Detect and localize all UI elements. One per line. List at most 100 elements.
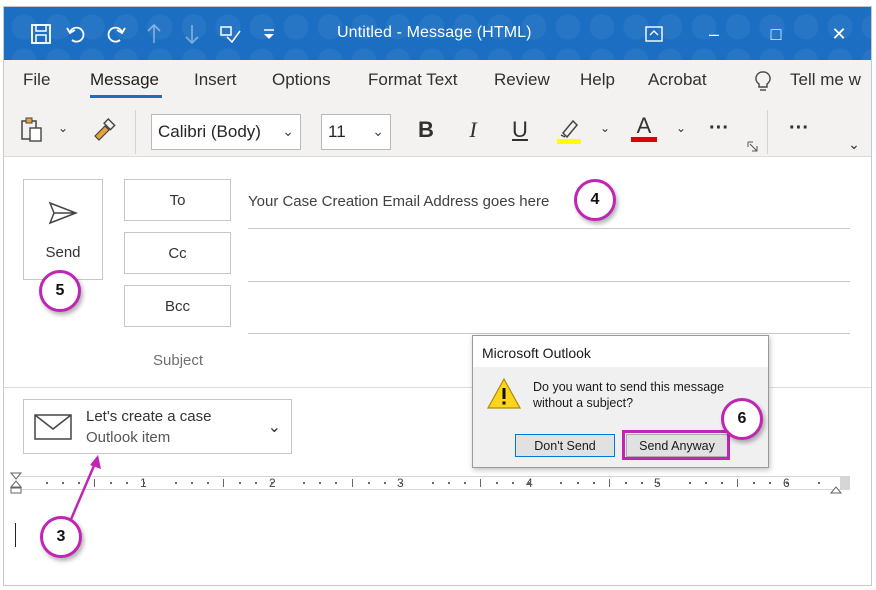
message-body[interactable] [10, 499, 850, 579]
active-tab-indicator [90, 95, 162, 98]
tab-insert[interactable]: Insert [194, 70, 237, 90]
undo-icon[interactable] [63, 21, 89, 47]
tab-acrobat[interactable]: Acrobat [648, 70, 707, 90]
ruler-tick [46, 482, 49, 484]
subject-label: Subject [153, 352, 204, 369]
ruler-tick [769, 482, 772, 484]
bcc-button[interactable]: Bcc [124, 285, 231, 327]
window-title: Untitled - Message (HTML) [337, 24, 532, 41]
bcc-field[interactable] [248, 298, 850, 320]
ruler-tick [817, 482, 820, 484]
format-painter-icon[interactable] [90, 116, 118, 144]
ruler-tick [480, 479, 482, 487]
ruler-tick [190, 482, 193, 484]
tab-options[interactable]: Options [272, 70, 331, 90]
ruler-tick [785, 482, 788, 484]
customize-quick-access-icon[interactable] [256, 21, 282, 47]
addin-card[interactable]: Let's create a case Outlook item ⌄ [23, 399, 292, 454]
subject-field[interactable] [248, 349, 448, 371]
step-3-callout: 3 [40, 516, 82, 558]
outlook-message-window: Untitled - Message (HTML) – □ ✕ File Mes… [3, 6, 872, 586]
indent-marker-icon[interactable] [9, 472, 23, 499]
redo-icon[interactable] [103, 21, 129, 47]
more-commands-button[interactable]: ··· [784, 116, 814, 140]
cc-field-underline [248, 281, 850, 282]
ruler-tick [705, 482, 708, 484]
ruler-tick [689, 482, 692, 484]
ruler-tick [126, 482, 129, 484]
collapse-ribbon-chevron-icon[interactable]: ⌄ [846, 136, 862, 152]
ruler-tick [271, 482, 274, 484]
to-field[interactable]: Your Case Creation Email Address goes he… [248, 193, 549, 210]
font-name-value: Calibri (Body) [158, 122, 261, 141]
cc-button[interactable]: Cc [124, 232, 231, 274]
italic-button[interactable]: I [460, 116, 486, 144]
ribbon-tabs: File Message Insert Options Format Text … [4, 60, 871, 102]
ruler-tick [303, 482, 306, 484]
step-6-callout: 6 [721, 398, 763, 440]
tell-me-search[interactable]: Tell me w [790, 70, 861, 90]
underline-button[interactable]: U [507, 116, 533, 144]
bcc-field-underline [248, 333, 850, 334]
font-name-select[interactable]: Calibri (Body) ⌄ [151, 114, 301, 150]
tab-file[interactable]: File [23, 70, 50, 90]
more-formatting-button[interactable]: ··· [704, 116, 734, 140]
ruler-tick [624, 482, 627, 484]
ruler-tick [528, 482, 531, 484]
dialog-title: Microsoft Outlook [473, 336, 768, 367]
send-label: Send [45, 244, 81, 261]
ruler-tick [319, 482, 322, 484]
chevron-down-icon: ⌄ [282, 123, 294, 139]
font-size-select[interactable]: 11 ⌄ [321, 114, 391, 150]
addin-title: Let's create a case [86, 408, 212, 425]
ruler-tick [496, 482, 499, 484]
tab-format-text[interactable]: Format Text [368, 70, 457, 90]
title-bar: Untitled - Message (HTML) – □ ✕ [4, 7, 871, 60]
font-color-dropdown-chevron-icon[interactable]: ⌄ [674, 120, 688, 136]
bold-button[interactable]: B [413, 116, 439, 144]
ribbon-toolbar: ⌄ Calibri (Body) ⌄ 11 ⌄ B I U ⌄ A ⌄ ··· … [4, 102, 871, 157]
send-icon [48, 200, 79, 231]
dialog-launcher-icon[interactable] [746, 140, 758, 152]
ruler-tick [721, 482, 724, 484]
tab-message[interactable]: Message [90, 70, 159, 90]
ruler-tick [399, 482, 402, 484]
ruler-tick [383, 482, 386, 484]
to-button[interactable]: To [124, 179, 231, 221]
dont-send-button[interactable]: Don't Send [515, 434, 615, 457]
maximize-button[interactable]: □ [756, 19, 796, 49]
ruler-tick [560, 482, 563, 484]
to-field-underline [248, 228, 850, 229]
ruler-tick [753, 482, 756, 484]
paste-icon[interactable] [18, 116, 46, 144]
step-5-callout: 5 [39, 270, 81, 312]
check-names-icon[interactable] [217, 21, 243, 47]
down-arrow-icon[interactable] [179, 21, 205, 47]
highlight-dropdown-chevron-icon[interactable]: ⌄ [598, 120, 612, 136]
minimize-button[interactable]: – [694, 19, 734, 49]
highlighter-icon[interactable] [554, 114, 584, 146]
tab-review[interactable]: Review [494, 70, 550, 90]
tab-help[interactable]: Help [580, 70, 615, 90]
send-button[interactable]: Send [23, 179, 103, 280]
chevron-down-icon[interactable]: ⌄ [268, 417, 281, 437]
ruler-tick [335, 482, 338, 484]
ruler-tick [351, 479, 353, 487]
ribbon-display-options-icon[interactable] [634, 19, 674, 49]
svg-text:A: A [637, 113, 652, 138]
font-color-button[interactable]: A [629, 112, 659, 146]
warning-icon [486, 377, 522, 416]
ruler-tick [238, 482, 241, 484]
right-indent-marker-icon[interactable] [829, 481, 843, 499]
ruler-tick [592, 482, 595, 484]
ruler-tick [608, 479, 610, 487]
up-arrow-icon[interactable] [141, 21, 167, 47]
font-size-value: 11 [328, 122, 346, 141]
envelope-icon [34, 414, 72, 445]
close-button[interactable]: ✕ [819, 19, 859, 49]
ruler-tick [142, 482, 145, 484]
save-icon[interactable] [28, 21, 54, 47]
paste-dropdown-chevron-icon[interactable]: ⌄ [56, 120, 70, 136]
lightbulb-icon[interactable] [752, 70, 774, 92]
cc-field[interactable] [248, 245, 850, 267]
